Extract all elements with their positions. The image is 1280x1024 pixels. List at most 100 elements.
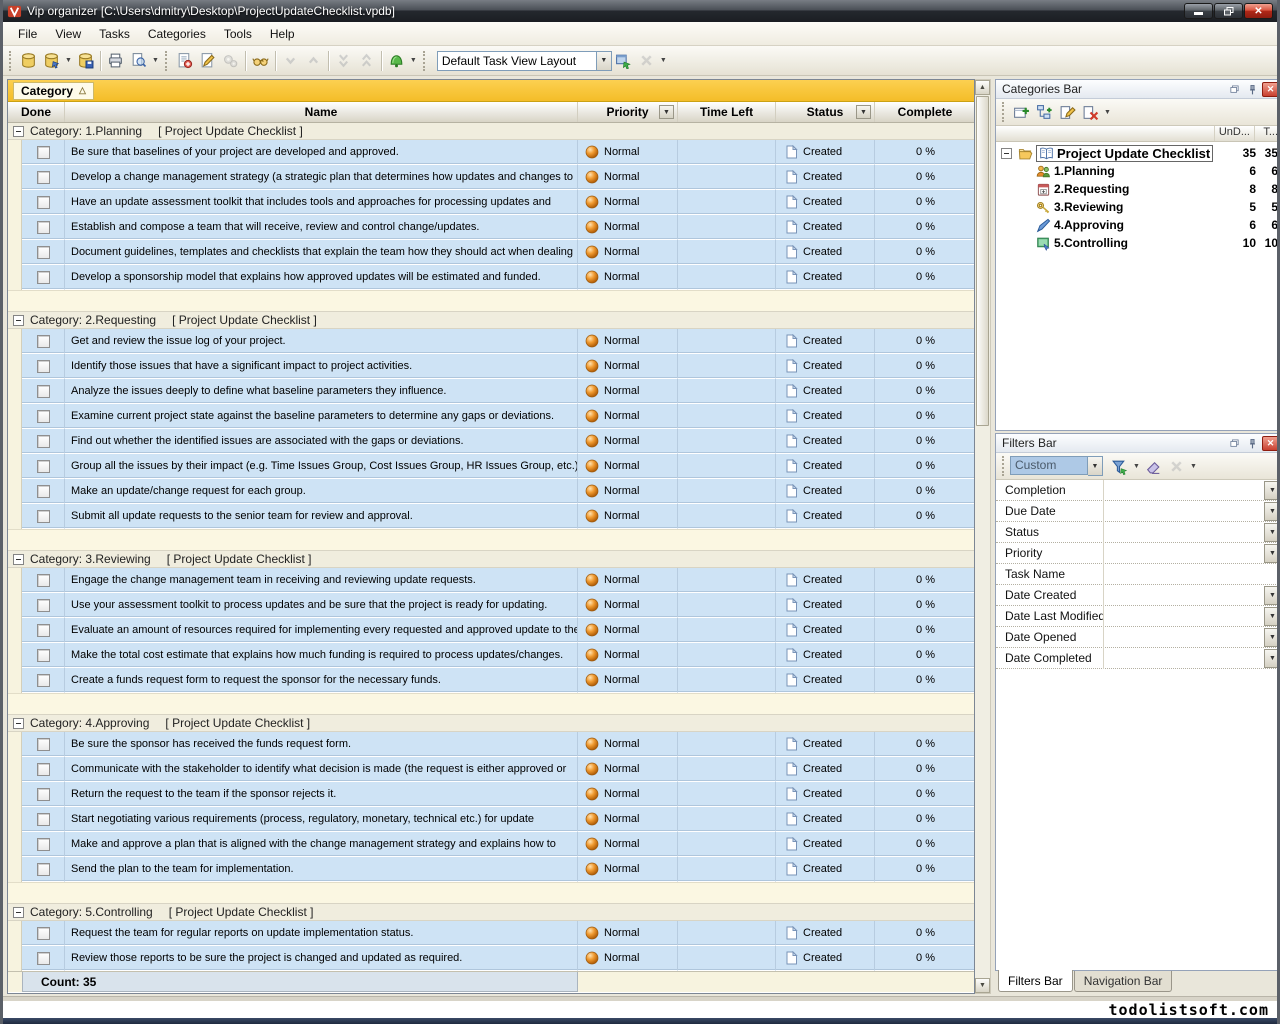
layout-combobox[interactable]: Default Task View Layout▼ (437, 51, 612, 71)
total-column-header[interactable]: T... (1254, 126, 1277, 141)
task-done-checkbox[interactable] (37, 574, 50, 587)
tree-category-row[interactable]: 5.Controlling1010 (996, 234, 1277, 252)
column-filter-dropdown[interactable]: ▼ (856, 105, 871, 119)
menu-item-help[interactable]: Help (261, 24, 304, 44)
task-done-checkbox[interactable] (37, 674, 50, 687)
task-row[interactable]: Find out whether the identified issues a… (8, 429, 974, 454)
view-tasks-button[interactable] (249, 49, 272, 72)
group-header-row[interactable]: Category: 2.Requesting[ Project Update C… (8, 312, 974, 329)
task-row[interactable]: Submit all update requests to the senior… (8, 504, 974, 529)
clear-filter-button[interactable] (1142, 455, 1165, 478)
dropdown-arrow-icon[interactable]: ▼ (660, 57, 667, 64)
filter-value-dropdown[interactable]: ▼ (1264, 649, 1277, 668)
column-header-status[interactable]: Status▼ (776, 102, 875, 122)
tree-category-row[interactable]: 3.Reviewing55 (996, 198, 1277, 216)
task-row[interactable]: Make the total cost estimate that explai… (8, 643, 974, 668)
filter-value-dropdown[interactable]: ▼ (1264, 502, 1277, 521)
toolbar-grip[interactable] (9, 51, 13, 71)
filter-value-dropdown[interactable]: ▼ (1264, 586, 1277, 605)
filter-value-dropdown[interactable]: ▼ (1264, 607, 1277, 626)
menu-item-file[interactable]: File (9, 24, 46, 44)
task-done-checkbox[interactable] (37, 410, 50, 423)
filter-preset-dropdown[interactable]: ▼ (1088, 456, 1103, 476)
column-header-time-left[interactable]: Time Left (678, 102, 776, 122)
print-preview-button[interactable] (127, 49, 150, 72)
menu-item-view[interactable]: View (46, 24, 90, 44)
task-row[interactable]: Develop a change management strategy (a … (8, 165, 974, 190)
collapse-group-icon[interactable] (13, 718, 24, 729)
panel-close-button[interactable]: ✕ (1262, 82, 1277, 97)
task-done-checkbox[interactable] (37, 927, 50, 940)
vertical-scrollbar[interactable]: ▲ ▼ (975, 79, 991, 994)
dropdown-arrow-icon[interactable]: ▼ (410, 57, 417, 64)
task-done-checkbox[interactable] (37, 171, 50, 184)
move-down-button[interactable] (279, 49, 302, 72)
task-row[interactable]: Engage the change management team in rec… (8, 568, 974, 593)
scroll-up-button[interactable]: ▲ (975, 80, 990, 95)
task-done-checkbox[interactable] (37, 813, 50, 826)
restore-button[interactable] (1214, 3, 1243, 19)
group-header-row[interactable]: Category: 4.Approving[ Project Update Ch… (8, 715, 974, 732)
scrollbar-track[interactable] (975, 427, 990, 978)
task-row[interactable]: Be sure that baselines of your project a… (8, 140, 974, 165)
task-row[interactable]: Send the plan to the team for implementa… (8, 857, 974, 882)
task-row[interactable]: Develop a sponsorship model that explain… (8, 265, 974, 290)
save-layout-button[interactable] (612, 49, 635, 72)
task-row[interactable]: Document guidelines, templates and check… (8, 240, 974, 265)
task-done-checkbox[interactable] (37, 863, 50, 876)
task-service-button[interactable] (219, 49, 242, 72)
task-row[interactable]: Request the team for regular reports on … (8, 921, 974, 946)
task-row[interactable]: Use your assessment toolkit to process u… (8, 593, 974, 618)
task-done-checkbox[interactable] (37, 271, 50, 284)
layout-combobox-dropdown[interactable]: ▼ (597, 51, 612, 71)
tree-root-row[interactable]: Project Update Checklist3535 (996, 144, 1277, 162)
toolbar-grip[interactable] (1002, 456, 1006, 476)
undone-column-header[interactable]: UnD... (1214, 126, 1254, 141)
edit-task-button[interactable] (196, 49, 219, 72)
filter-value-dropdown[interactable]: ▼ (1264, 523, 1277, 542)
delete-layout-button[interactable] (635, 49, 658, 72)
move-bottom-button[interactable] (332, 49, 355, 72)
task-row[interactable]: Identify those issues that have a signif… (8, 354, 974, 379)
task-done-checkbox[interactable] (37, 435, 50, 448)
tree-category-row[interactable]: 2.Requesting88 (996, 180, 1277, 198)
dropdown-arrow-icon[interactable]: ▼ (1190, 463, 1197, 470)
dropdown-arrow-icon[interactable]: ▼ (1133, 463, 1140, 470)
column-header-name[interactable]: Name (65, 102, 578, 122)
task-row[interactable]: Make and approve a plan that is aligned … (8, 832, 974, 857)
menu-item-tools[interactable]: Tools (215, 24, 261, 44)
column-header-complete[interactable]: Complete (875, 102, 975, 122)
task-done-checkbox[interactable] (37, 485, 50, 498)
open-database-button[interactable] (40, 49, 63, 72)
new-subcategory-button[interactable] (1033, 101, 1056, 124)
dropdown-arrow-icon[interactable]: ▼ (65, 57, 72, 64)
task-row[interactable]: Evaluate an amount of resources required… (8, 618, 974, 643)
task-row[interactable]: Be sure the sponsor has received the fun… (8, 732, 974, 757)
menu-item-categories[interactable]: Categories (139, 24, 215, 44)
task-done-checkbox[interactable] (37, 763, 50, 776)
filter-preset-value[interactable]: Custom (1010, 456, 1088, 475)
column-header-done[interactable]: Done (8, 102, 65, 122)
group-by-category-chip[interactable]: Category △ (13, 82, 94, 100)
apply-filter-button[interactable] (1108, 455, 1131, 478)
panel-restore-icon[interactable] (1226, 436, 1243, 451)
collapse-group-icon[interactable] (13, 126, 24, 137)
task-done-checkbox[interactable] (37, 335, 50, 348)
tree-category-row[interactable]: 1.Planning66 (996, 162, 1277, 180)
task-done-checkbox[interactable] (37, 221, 50, 234)
task-done-checkbox[interactable] (37, 510, 50, 523)
panel-pin-icon[interactable] (1244, 82, 1261, 97)
filter-value-dropdown[interactable]: ▼ (1264, 481, 1277, 500)
dropdown-arrow-icon[interactable]: ▼ (152, 57, 159, 64)
task-done-checkbox[interactable] (37, 788, 50, 801)
move-up-button[interactable] (302, 49, 325, 72)
reminder-button[interactable] (385, 49, 408, 72)
task-done-checkbox[interactable] (37, 599, 50, 612)
toolbar-grip[interactable] (1002, 102, 1006, 122)
column-header-priority[interactable]: Priority▼ (578, 102, 678, 122)
move-top-button[interactable] (355, 49, 378, 72)
group-header-row[interactable]: Category: 1.Planning[ Project Update Che… (8, 123, 974, 140)
scroll-down-button[interactable]: ▼ (975, 978, 990, 993)
task-done-checkbox[interactable] (37, 196, 50, 209)
task-row[interactable]: Get and review the issue log of your pro… (8, 329, 974, 354)
